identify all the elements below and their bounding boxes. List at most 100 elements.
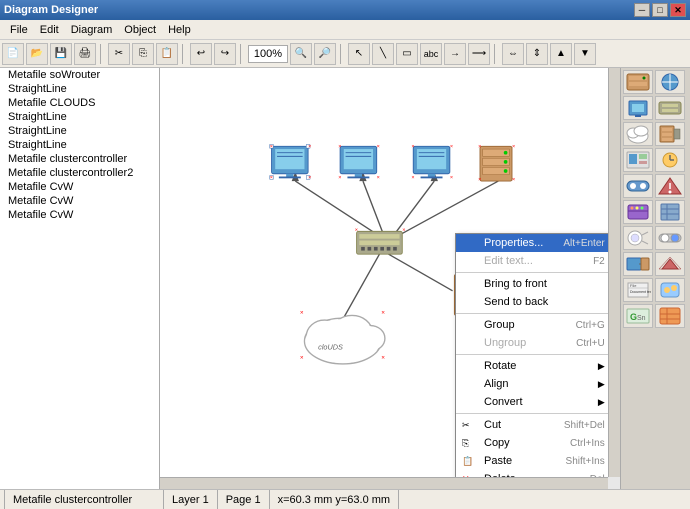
palette-icon[interactable] xyxy=(655,70,685,94)
cm-rotate-label: Rotate xyxy=(484,360,516,372)
computer3[interactable]: × × × × xyxy=(411,144,453,181)
distribute-button[interactable]: ⇕ xyxy=(526,43,548,65)
cm-copy-shortcut: Ctrl+Ins xyxy=(570,438,605,449)
list-item[interactable]: StraightLine xyxy=(0,110,159,124)
menu-edit[interactable]: Edit xyxy=(34,22,65,38)
vertical-scrollbar[interactable] xyxy=(608,68,620,477)
palette-icon[interactable] xyxy=(623,200,653,224)
palette-icon[interactable] xyxy=(655,252,685,276)
text-button[interactable]: abc xyxy=(420,43,442,65)
computer1[interactable]: × × × × xyxy=(270,144,312,181)
front-button[interactable]: ▲ xyxy=(550,43,572,65)
save-button[interactable]: 💾 xyxy=(50,43,72,65)
palette-icon[interactable]: GSn xyxy=(623,304,653,328)
palette-icon[interactable] xyxy=(623,148,653,172)
cm-copy[interactable]: ⎘ Copy Ctrl+Ins xyxy=(456,434,608,452)
pointer-button[interactable]: ↖ xyxy=(348,43,370,65)
new-button[interactable]: 📄 xyxy=(2,43,24,65)
context-menu: Properties... Alt+Enter Edit text... F2 … xyxy=(455,233,608,477)
palette-icon[interactable] xyxy=(655,122,685,146)
cloud-shape[interactable]: × × × × cloUDS xyxy=(300,310,385,364)
list-item[interactable]: Metafile CvW xyxy=(0,194,159,208)
palette-icon[interactable] xyxy=(655,200,685,224)
computer2[interactable]: × × × × xyxy=(338,144,380,181)
horizontal-scrollbar[interactable] xyxy=(160,477,608,489)
svg-text:×: × xyxy=(377,144,380,150)
cm-copy-label: Copy xyxy=(484,437,510,449)
cm-align[interactable]: Align ▶ xyxy=(456,375,608,393)
back-button[interactable]: ▼ xyxy=(574,43,596,65)
open-button[interactable]: 📂 xyxy=(26,43,48,65)
palette-icon[interactable] xyxy=(655,148,685,172)
svg-text:×: × xyxy=(411,144,414,150)
zoom-in-button[interactable]: 🔎 xyxy=(314,43,336,65)
paste-button[interactable]: 📋 xyxy=(156,43,178,65)
cm-cut[interactable]: ✂ Cut Shift+Del xyxy=(456,416,608,434)
palette-icon[interactable] xyxy=(655,304,685,328)
cm-paste[interactable]: 📋 Paste Shift+Ins xyxy=(456,452,608,470)
server-device[interactable]: × × × × xyxy=(478,144,515,183)
menu-object[interactable]: Object xyxy=(118,22,162,38)
canvas-area[interactable]: × × × × × × × xyxy=(160,68,620,489)
svg-text:×: × xyxy=(300,354,304,361)
palette-icon[interactable] xyxy=(655,226,685,250)
canvas-scroll[interactable]: × × × × × × × xyxy=(160,68,608,477)
cm-rotate[interactable]: Rotate ▶ xyxy=(456,357,608,375)
cm-delete[interactable]: ✕ Delete Del xyxy=(456,470,608,477)
cm-group[interactable]: Group Ctrl+G xyxy=(456,316,608,334)
copy-button[interactable]: ⎘ xyxy=(132,43,154,65)
list-item[interactable]: Metafile CvW xyxy=(0,208,159,222)
list-item[interactable]: StraightLine xyxy=(0,124,159,138)
cm-bring-front[interactable]: Bring to front xyxy=(456,275,608,293)
list-item[interactable]: Metafile clustercontroller2 xyxy=(0,166,159,180)
list-item[interactable]: Metafile soWrouter xyxy=(0,68,159,82)
palette-icon[interactable] xyxy=(655,96,685,120)
align-button[interactable]: ⇔ xyxy=(502,43,524,65)
hub-switch[interactable]: × × xyxy=(355,227,406,254)
svg-text:G: G xyxy=(630,312,637,322)
maximize-button[interactable]: □ xyxy=(652,3,668,17)
cm-sep1 xyxy=(456,272,608,273)
cm-edit-text-shortcut: F2 xyxy=(593,256,605,267)
palette-icon[interactable] xyxy=(623,174,653,198)
status-object: Metafile clustercontroller xyxy=(4,490,164,509)
menu-help[interactable]: Help xyxy=(162,22,197,38)
list-item[interactable]: Metafile CLOUDS xyxy=(0,96,159,110)
list-item[interactable]: StraightLine xyxy=(0,82,159,96)
zoom-input[interactable] xyxy=(248,45,288,63)
cm-ungroup[interactable]: Ungroup Ctrl+U xyxy=(456,334,608,352)
cm-properties[interactable]: Properties... Alt+Enter xyxy=(456,234,608,252)
undo-button[interactable]: ↩ xyxy=(190,43,212,65)
svg-text:Document text here: Document text here xyxy=(630,290,651,294)
palette-icon[interactable] xyxy=(655,278,685,302)
cm-send-back[interactable]: Send to back xyxy=(456,293,608,311)
palette-icon[interactable] xyxy=(623,252,653,276)
menu-diagram[interactable]: Diagram xyxy=(65,22,119,38)
cm-edit-text[interactable]: Edit text... F2 xyxy=(456,252,608,270)
menu-file[interactable]: File xyxy=(4,22,34,38)
delete-icon: ✕ xyxy=(462,474,470,478)
cut-button[interactable]: ✂ xyxy=(108,43,130,65)
rect-button[interactable]: ▭ xyxy=(396,43,418,65)
zoom-out-button[interactable]: 🔍 xyxy=(290,43,312,65)
connect-button[interactable]: ⟶ xyxy=(468,43,490,65)
list-item[interactable]: Metafile CvW xyxy=(0,180,159,194)
minimize-button[interactable]: ─ xyxy=(634,3,650,17)
cm-convert[interactable]: Convert ▶ xyxy=(456,393,608,411)
main-area: Metafile soWrouter StraightLine Metafile… xyxy=(0,68,690,489)
palette-icon[interactable] xyxy=(623,70,653,94)
palette-icon[interactable]: File Document text here xyxy=(623,278,653,302)
svg-text:File: File xyxy=(630,283,637,288)
palette-icon[interactable] xyxy=(623,226,653,250)
line-button[interactable]: ╲ xyxy=(372,43,394,65)
list-item[interactable]: Metafile clustercontroller xyxy=(0,152,159,166)
palette-icon[interactable] xyxy=(655,174,685,198)
arrow-button[interactable]: → xyxy=(444,43,466,65)
cm-properties-label: Properties... xyxy=(484,237,543,249)
redo-button[interactable]: ↪ xyxy=(214,43,236,65)
close-button[interactable]: ✕ xyxy=(670,3,686,17)
list-item[interactable]: StraightLine xyxy=(0,138,159,152)
palette-icon[interactable] xyxy=(623,96,653,120)
print-button[interactable]: 🖨 xyxy=(74,43,96,65)
palette-icon[interactable] xyxy=(623,122,653,146)
